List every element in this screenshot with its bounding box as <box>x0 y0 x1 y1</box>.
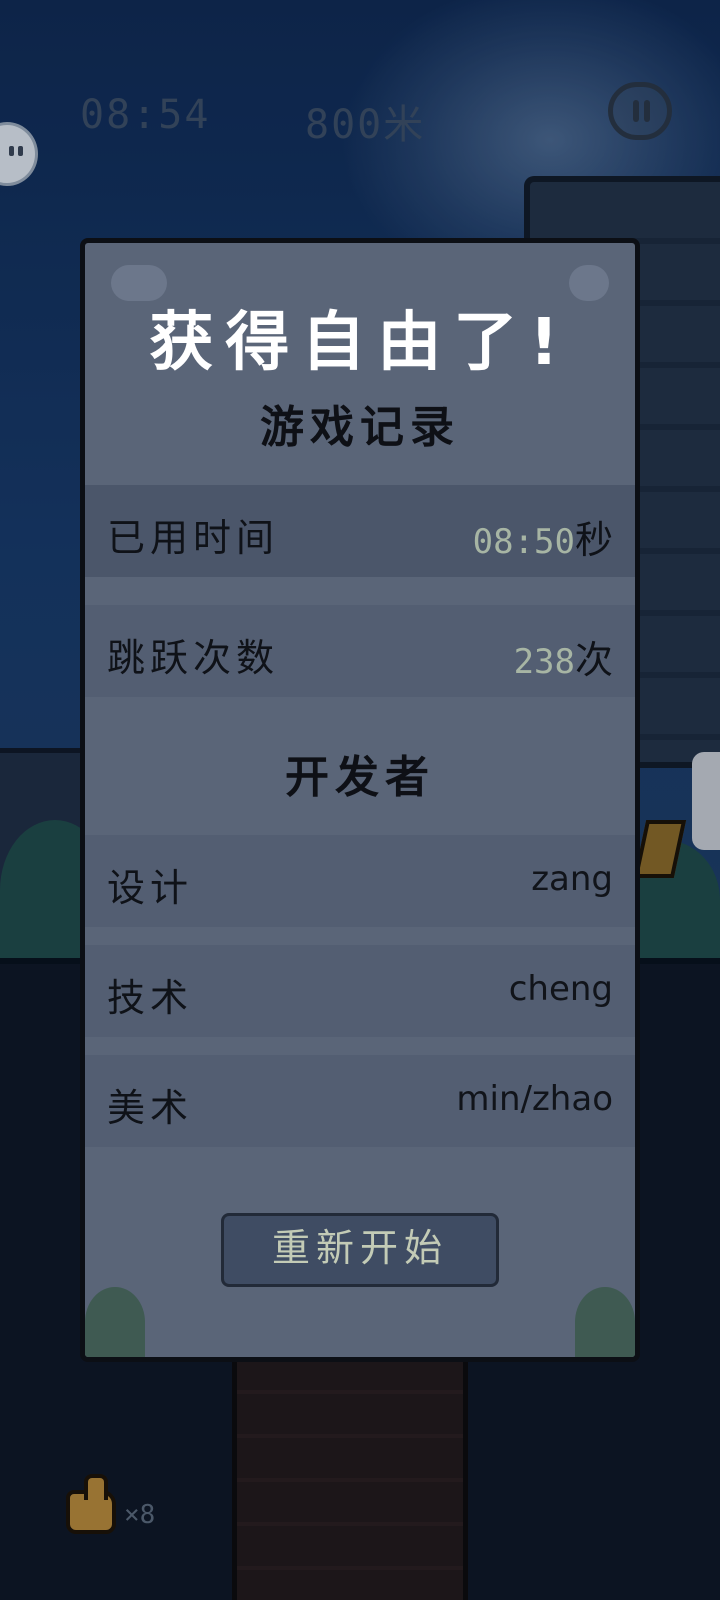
record-label: 跳跃次数 <box>107 636 280 680</box>
game-scene: 08:54 800米 ×8 获得自由了! 游戏记录 已用时间 08:50秒 跳跃… <box>0 0 720 1600</box>
record-unit: 秒 <box>574 518 613 562</box>
developer-name: min/zhao <box>456 1079 613 1119</box>
record-value: 08:50秒 <box>473 509 613 564</box>
developer-row-tech: 技术 cheng <box>85 945 635 1037</box>
result-modal: 获得自由了! 游戏记录 已用时间 08:50秒 跳跃次数 238次 开发者 设计… <box>80 238 640 1362</box>
record-row-jumps: 跳跃次数 238次 <box>85 605 635 697</box>
decor-leaf <box>85 1287 145 1357</box>
record-label: 已用时间 <box>107 516 280 560</box>
record-row-time: 已用时间 08:50秒 <box>85 485 635 577</box>
developer-row-art: 美术 min/zhao <box>85 1055 635 1147</box>
developer-role: 设计 <box>107 866 194 910</box>
developers-heading: 开发者 <box>285 752 435 803</box>
modal-title: 获得自由了! <box>149 306 571 380</box>
restart-button[interactable]: 重新开始 <box>221 1213 499 1287</box>
developer-role: 技术 <box>107 976 194 1020</box>
developer-role: 美术 <box>107 1086 194 1130</box>
record-number: 08:50 <box>472 522 575 562</box>
decor-leaf <box>575 1287 635 1357</box>
records-heading: 游戏记录 <box>260 402 460 453</box>
developer-name: cheng <box>508 969 613 1009</box>
developer-row-design: 设计 zang <box>85 835 635 927</box>
record-unit: 次 <box>574 638 613 682</box>
developer-name: zang <box>531 859 613 899</box>
record-number: 238 <box>513 642 575 682</box>
record-value: 238次 <box>514 629 613 684</box>
